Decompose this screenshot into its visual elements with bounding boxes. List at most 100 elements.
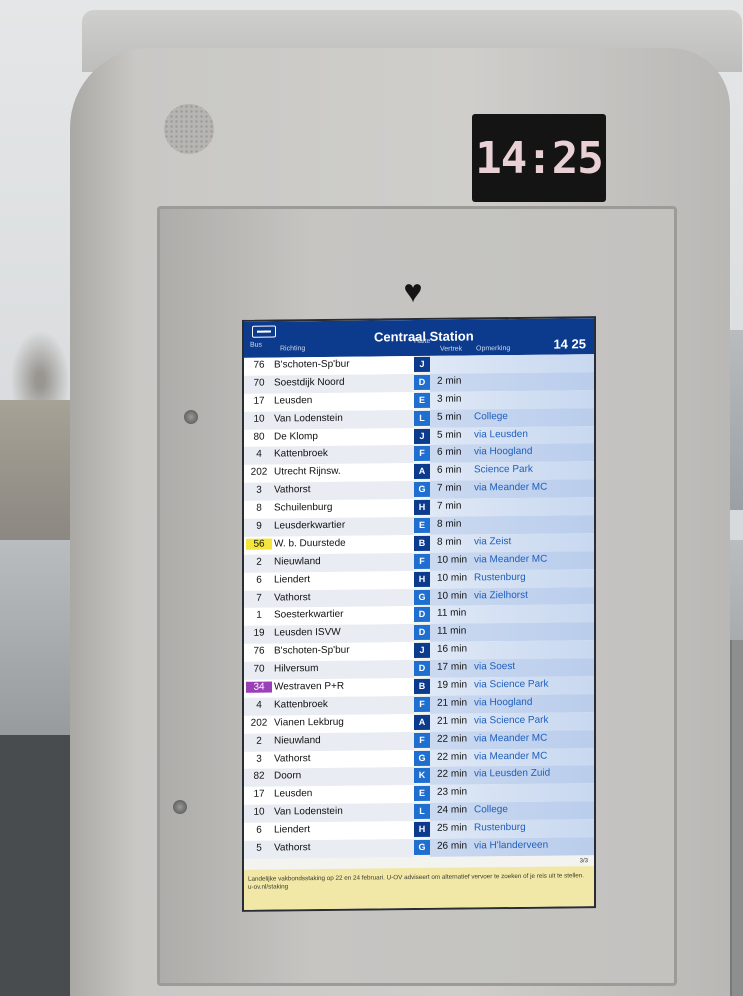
destination: Liendert bbox=[274, 573, 311, 586]
remark: via Meander MC bbox=[474, 732, 548, 745]
departure-time: 22 min bbox=[437, 751, 468, 763]
line-number: 17 bbox=[253, 395, 265, 407]
halte-badge: B bbox=[414, 678, 430, 695]
departure-time: 6 min bbox=[437, 447, 462, 459]
halte-badge: F bbox=[414, 732, 430, 748]
building-left bbox=[0, 400, 80, 550]
departure-time: 2 min bbox=[437, 375, 462, 387]
destination: Leusden ISVW bbox=[274, 627, 341, 639]
line-number: 202 bbox=[250, 717, 268, 729]
destination: W. b. Duurstede bbox=[274, 537, 346, 550]
destination: Schuilenburg bbox=[274, 502, 333, 514]
led-clock: 14:25 bbox=[472, 114, 606, 202]
destination: Vathorst bbox=[274, 752, 311, 765]
remark: via Meander MC bbox=[474, 750, 548, 763]
destination: Westraven P+R bbox=[274, 680, 345, 693]
departure-time: 21 min bbox=[437, 697, 468, 709]
remark: via Soest bbox=[474, 661, 516, 673]
remark: Rustenburg bbox=[474, 571, 526, 584]
departure-time: 3 min bbox=[437, 393, 462, 405]
line-number: 3 bbox=[256, 753, 262, 765]
halte-badge: L bbox=[414, 804, 430, 820]
notice-banner: Landelijke vakbondsstaking op 22 en 24 f… bbox=[244, 866, 594, 910]
departure-row: 5 Vathorst G 26 min via H'landerveen bbox=[244, 837, 594, 859]
line-number: 5 bbox=[256, 842, 262, 854]
line-number: 70 bbox=[253, 377, 265, 389]
heart-icon: ♥ bbox=[403, 273, 423, 309]
line-number: 6 bbox=[256, 574, 262, 586]
line-number: 4 bbox=[256, 449, 262, 461]
halte-badge: G bbox=[414, 839, 430, 856]
remark: via Leusden Zuid bbox=[474, 768, 551, 780]
line-number: 2 bbox=[256, 556, 262, 568]
line-number: 70 bbox=[253, 663, 265, 675]
halte-badge: J bbox=[414, 428, 430, 444]
departure-time: 5 min bbox=[437, 429, 462, 441]
halte-badge: B bbox=[414, 535, 430, 551]
remark: via Science Park bbox=[474, 714, 549, 727]
halte-badge: D bbox=[414, 625, 430, 641]
page-indicator: 3/3 bbox=[579, 858, 588, 865]
destination: Utrecht Rijnsw. bbox=[274, 466, 341, 478]
departure-time: 22 min bbox=[437, 733, 468, 745]
halte-badge: A bbox=[414, 464, 430, 480]
halte-badge: K bbox=[414, 768, 430, 784]
line-number: 202 bbox=[250, 466, 268, 479]
departure-time: 23 min bbox=[437, 786, 468, 799]
halte-badge: F bbox=[414, 696, 430, 712]
line-number: 80 bbox=[253, 431, 265, 443]
remark: via Zielhorst bbox=[474, 589, 528, 602]
departure-time: 10 min bbox=[437, 590, 468, 602]
line-number: 19 bbox=[253, 627, 265, 640]
departure-time: 8 min bbox=[437, 536, 462, 548]
line-number: 8 bbox=[256, 502, 262, 514]
destination: Nieuwland bbox=[274, 734, 321, 747]
departure-time: 17 min bbox=[437, 661, 468, 673]
remark: Rustenburg bbox=[474, 822, 526, 834]
screw-icon bbox=[184, 410, 198, 424]
departure-time: 26 min bbox=[437, 840, 468, 852]
halte-badge: J bbox=[414, 643, 430, 659]
remark: via Hoogland bbox=[474, 446, 533, 458]
screw-icon bbox=[173, 800, 187, 814]
halte-badge: H bbox=[414, 571, 430, 587]
halte-badge: E bbox=[414, 786, 430, 802]
departure-time: 11 min bbox=[437, 625, 467, 638]
departure-time: 16 min bbox=[437, 643, 468, 656]
line-number: 9 bbox=[256, 520, 262, 532]
destination: Leusden bbox=[274, 394, 313, 407]
destination: Doorn bbox=[274, 770, 302, 783]
departure-list: 76 B'schoten-Sp'bur J 70 Soestdijk Noord D 2 m… bbox=[244, 354, 594, 859]
halte-badge: F bbox=[414, 446, 430, 462]
remark: via Meander MC bbox=[474, 481, 548, 494]
remark: via Hoogland bbox=[474, 696, 533, 709]
line-number: 76 bbox=[253, 645, 265, 657]
destination: Vianen Lekbrug bbox=[274, 716, 344, 729]
destination: B'schoten-Sp'bur bbox=[274, 644, 350, 657]
departure-time: 11 min bbox=[437, 607, 467, 620]
line-number: 17 bbox=[253, 788, 265, 801]
line-number: 2 bbox=[256, 735, 262, 747]
departure-board: ▬▬ Centraal Station 14 25 Bus Richting H… bbox=[242, 316, 596, 912]
col-bus: Bus bbox=[250, 341, 263, 349]
col-opmerking: Opmerking bbox=[476, 345, 511, 353]
destination: Kattenbroek bbox=[274, 698, 328, 711]
halte-badge: J bbox=[414, 356, 430, 373]
departure-time: 21 min bbox=[437, 715, 468, 727]
departure-time: 7 min bbox=[437, 482, 462, 495]
destination: De Klomp bbox=[274, 430, 318, 443]
departure-time: 24 min bbox=[437, 804, 468, 817]
destination: Kattenbroek bbox=[274, 448, 328, 460]
line-number: 4 bbox=[256, 699, 262, 711]
remark: via Zeist bbox=[474, 535, 512, 548]
halte-badge: E bbox=[414, 392, 430, 408]
remark: College bbox=[474, 410, 508, 423]
halte-badge: E bbox=[414, 517, 430, 534]
remark: Science Park bbox=[474, 464, 533, 476]
concrete-block bbox=[0, 735, 70, 996]
remark: College bbox=[474, 804, 508, 816]
line-number: 6 bbox=[256, 824, 262, 836]
destination: Liendert bbox=[274, 824, 311, 836]
halte-badge: D bbox=[414, 661, 430, 677]
remark: via H'landerveen bbox=[474, 839, 549, 852]
